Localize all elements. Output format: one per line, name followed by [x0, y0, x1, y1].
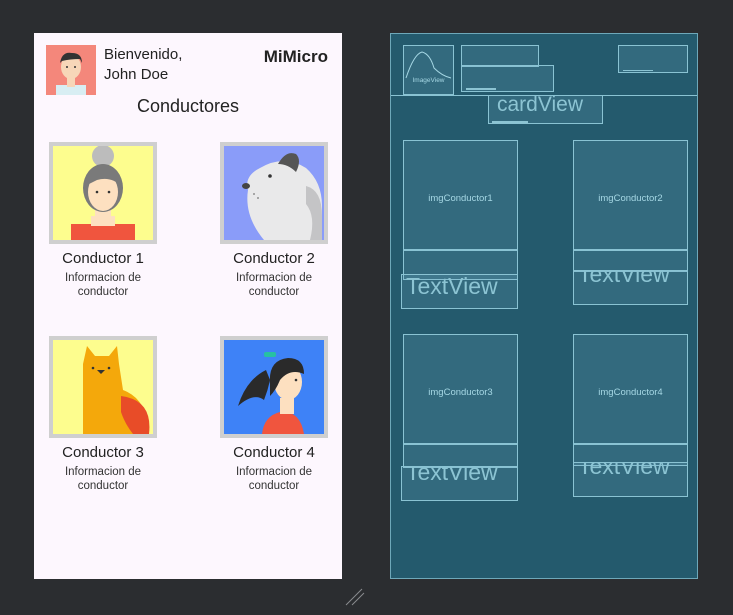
info2-textview-outline[interactable]: TextView	[573, 270, 688, 305]
cardview-label: cardView	[497, 95, 583, 116]
textview-label: TextView	[578, 270, 670, 287]
conductor-2-image[interactable]	[220, 142, 328, 244]
info-line: conductor	[77, 480, 129, 492]
conductor-card-2[interactable]: Conductor 2 Informacion de conductor	[209, 142, 339, 299]
conductor-info: Informacion de conductor	[209, 271, 339, 299]
woman-grey-bun-icon	[53, 146, 153, 240]
imgconductor4-outline[interactable]: imgConductor4	[573, 334, 688, 444]
baseline-marker	[623, 70, 653, 71]
orange-cat-icon	[53, 340, 153, 434]
conductor-info: Informacion de conductor	[38, 465, 168, 493]
conductor-name: Conductor 2	[233, 250, 315, 267]
info1-textview-outline[interactable]: TextView	[401, 274, 518, 309]
imgconductor2-label: imgConductor2	[598, 193, 663, 204]
conductor-name: Conductor 1	[62, 250, 144, 267]
woman-ponytail-icon	[224, 340, 324, 434]
conductor-card-1[interactable]: Conductor 1 Informacion de conductor	[38, 142, 168, 299]
greeting-textview-outline[interactable]	[461, 45, 539, 67]
user-name: John Doe	[104, 66, 169, 83]
conductor-name: Conductor 4	[233, 444, 315, 461]
conductor-4-image[interactable]	[220, 336, 328, 438]
cardview-outline[interactable]: cardView	[488, 95, 603, 124]
user-avatar[interactable]	[46, 45, 96, 95]
imgconductor2-outline[interactable]: imgConductor2	[573, 140, 688, 250]
man-avatar-icon	[46, 45, 96, 95]
baseline-marker	[466, 88, 496, 90]
conductor-name: Conductor 3	[62, 444, 144, 461]
textview-label: TextView	[406, 274, 498, 299]
name2-textview-outline[interactable]	[573, 250, 688, 272]
textview-label: TextView	[578, 462, 670, 479]
design-screen[interactable]: Bienvenido, John Doe MiMicro Conductores…	[34, 33, 342, 579]
dog-profile-icon	[224, 146, 324, 240]
imageview-label: ImageView	[412, 77, 445, 84]
imgconductor1-outline[interactable]: imgConductor1	[403, 140, 518, 250]
info-line: conductor	[248, 286, 300, 298]
info-line: Informacion de	[235, 272, 313, 284]
imageview-outline[interactable]: ImageView	[403, 45, 454, 95]
greeting: Bienvenido, John Doe	[104, 45, 234, 85]
info3-textview-outline[interactable]: TextView	[401, 466, 518, 501]
info-line: conductor	[248, 480, 300, 492]
info-line: Informacion de	[64, 272, 142, 284]
info4-textview-outline[interactable]: TextView	[573, 462, 688, 497]
imgconductor4-label: imgConductor4	[598, 387, 663, 398]
conductor-1-image[interactable]	[49, 142, 157, 244]
brand-title: MiMicro	[263, 47, 328, 66]
resize-handle-icon[interactable]	[344, 585, 366, 607]
brand-textview-outline[interactable]	[618, 45, 688, 73]
conductor-info: Informacion de conductor	[38, 271, 168, 299]
textview-label: TextView	[406, 466, 498, 485]
name3-textview-outline[interactable]	[403, 444, 518, 468]
info-line: Informacion de	[64, 466, 142, 478]
imgconductor3-outline[interactable]: imgConductor3	[403, 334, 518, 444]
greeting-line: Bienvenido,	[104, 46, 183, 63]
info-line: conductor	[77, 286, 129, 298]
page-title: Conductores	[136, 96, 240, 116]
conductor-3-image[interactable]	[49, 336, 157, 438]
conductor-card-3[interactable]: Conductor 3 Informacion de conductor	[38, 336, 168, 493]
blueprint-screen[interactable]: ImageView cardView imgConductor1 TextVie…	[390, 33, 698, 579]
info-line: Informacion de	[235, 466, 313, 478]
baseline-marker	[492, 121, 528, 123]
conductor-info: Informacion de conductor	[209, 465, 339, 493]
imgconductor1-label: imgConductor1	[428, 193, 493, 204]
conductor-card-4[interactable]: Conductor 4 Informacion de conductor	[209, 336, 339, 493]
name-textview-outline[interactable]	[461, 65, 554, 92]
imgconductor3-label: imgConductor3	[428, 387, 493, 398]
